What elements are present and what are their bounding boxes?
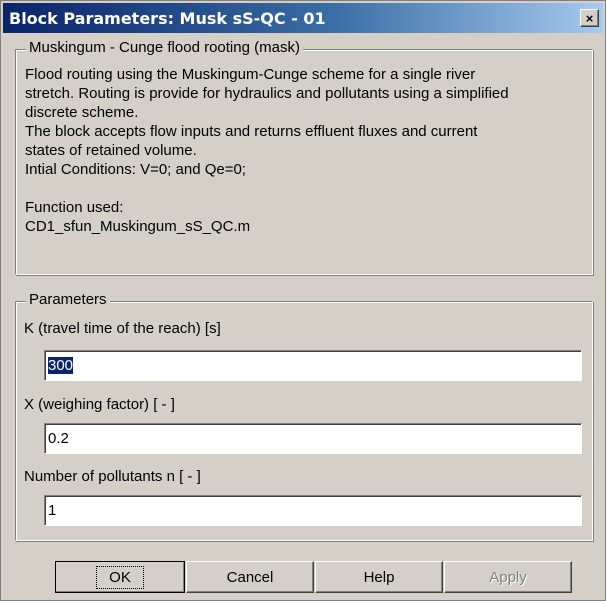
close-icon: × (585, 10, 594, 26)
description-line: states of retained volume. (25, 142, 197, 159)
description-line: CD1_sfun_Muskingum_sS_QC.m (25, 218, 251, 235)
parameters-group-legend: Parameters (26, 291, 110, 308)
description-line: Function used: (25, 199, 124, 216)
description-line: Flood routing using the Muskingum-Cunge … (25, 66, 476, 83)
apply-button-label: Apply (489, 568, 527, 586)
param-input-x[interactable]: 0.2 (44, 423, 582, 454)
title-bar[interactable]: Block Parameters: Musk sS-QC - 01 × (3, 3, 603, 33)
cancel-button-label: Cancel (226, 568, 274, 586)
param-value-k: 300 (48, 357, 74, 374)
param-value-x: 0.2 (48, 430, 69, 447)
param-label-n: Number of pollutants n [ - ] (24, 468, 201, 485)
cancel-button[interactable]: Cancel (186, 561, 314, 593)
mask-description-group: Muskingum - Cunge flood rooting (mask) F… (15, 39, 593, 275)
description-line: Intial Conditions: V=0; and Qe=0; (25, 161, 246, 178)
param-value-n: 1 (48, 502, 57, 519)
help-button-label: Help (363, 568, 395, 586)
param-input-n[interactable]: 1 (44, 495, 582, 526)
ok-button-label: OK (96, 565, 144, 589)
mask-description: Flood routing using the Muskingum-Cunge … (25, 65, 584, 236)
ok-button[interactable]: OK (55, 561, 185, 593)
description-line: discrete scheme. (25, 104, 139, 121)
window-title: Block Parameters: Musk sS-QC - 01 (9, 8, 326, 28)
block-parameters-dialog: Block Parameters: Musk sS-QC - 01 × Musk… (0, 0, 606, 601)
param-label-x: X (weighing factor) [ - ] (24, 396, 175, 413)
param-label-k: K (travel time of the reach) [s] (24, 320, 221, 337)
description-line: stretch. Routing is provide for hydrauli… (25, 85, 509, 102)
apply-button: Apply (444, 561, 572, 593)
param-input-k[interactable]: 300 (44, 350, 582, 381)
description-line: The block accepts flow inputs and return… (25, 123, 478, 140)
help-button[interactable]: Help (315, 561, 443, 593)
close-button[interactable]: × (580, 9, 599, 27)
mask-group-legend: Muskingum - Cunge flood rooting (mask) (26, 39, 303, 56)
